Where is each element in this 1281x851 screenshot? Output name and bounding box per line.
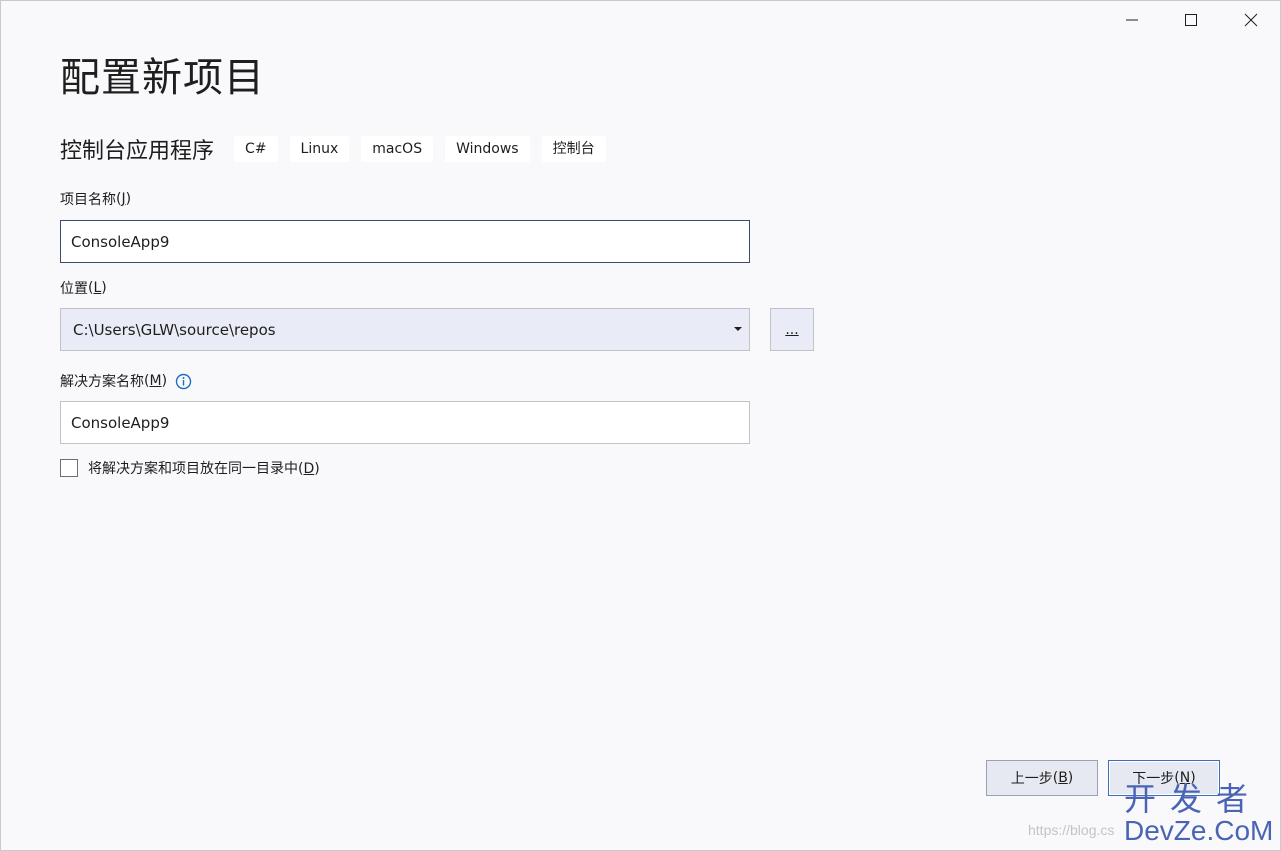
- project-name-value: ConsoleApp9: [71, 232, 170, 251]
- watermark-url: https://blog.cs: [1028, 822, 1115, 838]
- tag-console: 控制台: [541, 136, 606, 162]
- minimize-icon: [1126, 19, 1138, 21]
- solution-name-input[interactable]: ConsoleApp9: [60, 401, 750, 444]
- solution-name-label: 解决方案名称(M): [60, 371, 192, 391]
- template-name: 控制台应用程序: [60, 139, 215, 164]
- tag-windows: Windows: [445, 136, 530, 162]
- solution-name-value: ConsoleApp9: [71, 413, 170, 432]
- maximize-icon: [1185, 14, 1197, 26]
- template-summary: 控制台应用程序 C# Linux macOS Windows 控制台: [60, 134, 606, 164]
- tag-csharp: C#: [234, 136, 278, 162]
- location-label: 位置(L): [60, 280, 107, 297]
- same-directory-checkbox[interactable]: [60, 459, 78, 477]
- maximize-button[interactable]: [1161, 0, 1221, 40]
- back-button[interactable]: 上一步(B): [986, 760, 1098, 796]
- same-directory-label: 将解决方案和项目放在同一目录中(D): [88, 461, 320, 477]
- watermark-logo-cn: 开发者: [1124, 781, 1263, 817]
- info-icon[interactable]: [175, 373, 192, 390]
- location-combobox[interactable]: C:\Users\GLW\source\repos: [60, 308, 750, 351]
- tag-macos: macOS: [361, 136, 434, 162]
- location-value: C:\Users\GLW\source\repos: [73, 320, 276, 339]
- project-name-label: 项目名称(J): [60, 191, 132, 208]
- page-title: 配置新项目: [60, 55, 265, 101]
- chevron-down-icon[interactable]: [733, 325, 743, 333]
- tag-linux: Linux: [289, 136, 350, 162]
- browse-button[interactable]: ...: [770, 308, 814, 351]
- project-name-input[interactable]: ConsoleApp9: [60, 220, 750, 263]
- close-button[interactable]: [1221, 0, 1281, 40]
- watermark-logo: 开发者 DevZe.CoM: [1124, 782, 1274, 846]
- minimize-button[interactable]: [1102, 0, 1162, 40]
- template-tags: C# Linux macOS Windows 控制台: [234, 136, 606, 162]
- watermark-logo-en: DevZe.CoM: [1124, 815, 1274, 846]
- close-icon: [1244, 13, 1258, 27]
- same-directory-option[interactable]: 将解决方案和项目放在同一目录中(D): [60, 458, 320, 478]
